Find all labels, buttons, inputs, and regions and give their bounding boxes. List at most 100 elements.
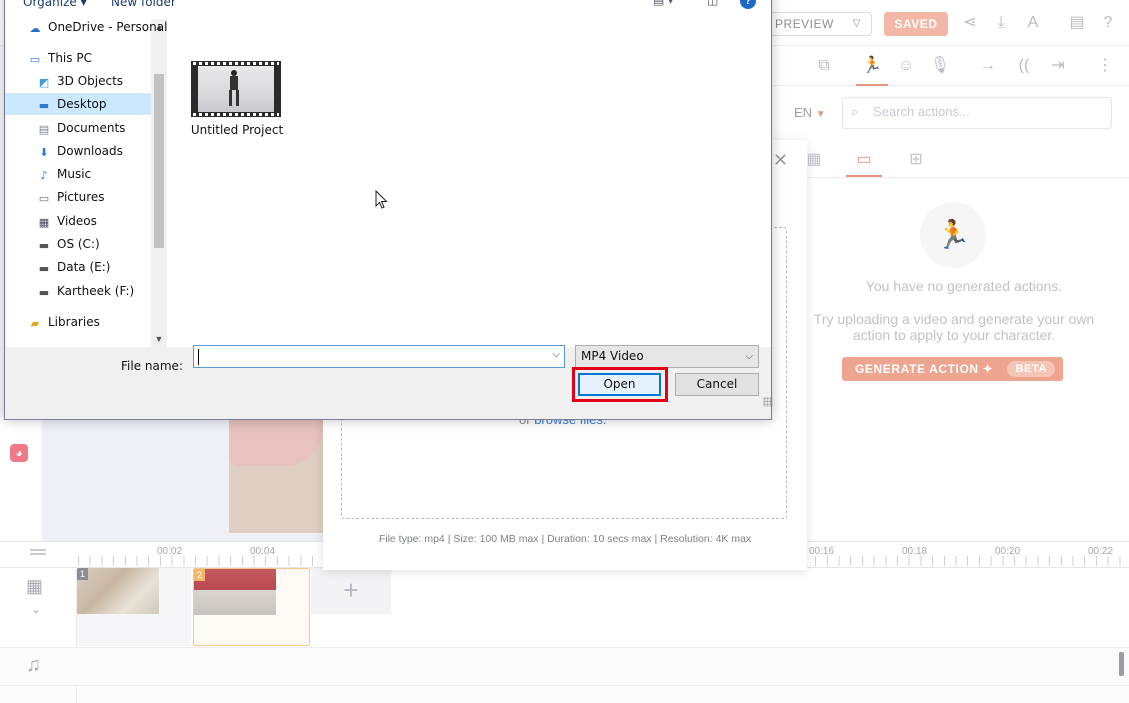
nav-item-music[interactable]: ♪ Music xyxy=(5,163,151,185)
brand-badge-icon[interactable]: ◕ xyxy=(10,444,28,462)
timeline-scrollbar[interactable] xyxy=(1119,652,1124,676)
file-name-caption: File name: xyxy=(121,359,183,373)
film-strip-icon: ▦ xyxy=(26,576,44,596)
mouse-cursor-icon xyxy=(375,190,388,209)
language-select[interactable]: EN ▼ xyxy=(794,105,826,120)
translate-icon[interactable]: A xyxy=(1022,12,1044,34)
exit-icon[interactable]: ⇥ xyxy=(1046,54,1070,78)
folder-icon[interactable]: ▭ xyxy=(852,148,876,172)
empty-state-description: Try uploading a video and generate your … xyxy=(813,311,1095,343)
grid-icon[interactable]: ⊞ xyxy=(904,148,928,172)
expression-icon[interactable]: ☺ xyxy=(894,54,918,78)
pictures-icon: ▭ xyxy=(38,192,50,205)
saved-button[interactable]: SAVED xyxy=(884,12,948,36)
nav-item-desktop[interactable]: ▬ Desktop xyxy=(5,93,151,115)
nav-item-label: Documents xyxy=(57,121,126,135)
preview-button[interactable]: PREVIEW ▽ xyxy=(770,12,872,36)
more-icon[interactable]: ⋮ xyxy=(1093,54,1117,78)
swap-icon[interactable]: ⧉ xyxy=(812,54,836,78)
desktop-icon: ▬ xyxy=(38,99,50,112)
nav-item-3d-objects[interactable]: ◩ 3D Objects xyxy=(5,70,151,92)
chevron-down-icon[interactable]: ⌵ xyxy=(552,349,560,360)
folder-icon: ▰ xyxy=(30,317,40,330)
file-item-untitled-project[interactable]: Untitled Project xyxy=(189,61,285,141)
preview-pane-icon[interactable]: ◫ xyxy=(707,0,718,7)
collapse-handle-icon[interactable] xyxy=(30,549,46,555)
nav-item-downloads[interactable]: ⬇ Downloads xyxy=(5,140,151,162)
chevron-down-icon[interactable]: ⌄ xyxy=(31,602,41,616)
music-note-icon[interactable]: ♫ xyxy=(26,654,41,677)
clip-number: 2 xyxy=(194,569,205,581)
nav-item-label: Kartheek (F:) xyxy=(57,284,135,298)
drive-icon: ▬ xyxy=(38,262,50,275)
sound-wave-icon[interactable]: (( xyxy=(1012,54,1036,78)
new-folder-button[interactable]: New folder xyxy=(111,0,176,9)
computer-icon: ▭ xyxy=(29,53,41,66)
file-name-input[interactable] xyxy=(198,349,538,365)
scroll-thumb[interactable] xyxy=(154,74,164,248)
nav-item-pictures[interactable]: ▭ Pictures xyxy=(5,186,151,208)
resize-grip[interactable] xyxy=(763,397,773,407)
empty-state-title: You have no generated actions. xyxy=(865,278,1063,294)
nav-item-label: 3D Objects xyxy=(57,74,124,88)
video-icon: ▦ xyxy=(38,216,50,229)
file-type-select[interactable]: MP4 Video ⌵ xyxy=(575,345,759,368)
nav-item-documents[interactable]: ▤ Documents xyxy=(5,117,151,139)
nav-item-label: Pictures xyxy=(57,190,105,204)
scene-shape xyxy=(229,418,324,466)
nav-item-kartheek-f[interactable]: ▬ Kartheek (F:) xyxy=(5,280,151,302)
close-icon[interactable]: ✕ xyxy=(773,150,788,171)
nav-item-label: This PC xyxy=(48,51,92,65)
enter-icon[interactable]: → xyxy=(976,54,1000,78)
nav-item-label: OS (C:) xyxy=(57,237,100,251)
cancel-button[interactable]: Cancel xyxy=(675,373,759,396)
open-button[interactable]: Open xyxy=(578,373,661,396)
download-icon[interactable]: ⤓ xyxy=(990,12,1012,34)
nav-item-label: Music xyxy=(57,167,92,181)
clip-number: 1 xyxy=(77,568,88,580)
search-actions-input[interactable] xyxy=(873,104,1103,119)
beta-badge: BETA xyxy=(1007,361,1055,377)
chevron-down-icon: ▽ xyxy=(852,18,861,29)
scroll-down-icon[interactable]: ▼ xyxy=(151,331,167,347)
nav-item-this-pc[interactable]: ▭ This PC xyxy=(5,47,151,69)
action-running-icon[interactable]: 🏃 xyxy=(860,54,884,78)
nav-item-videos[interactable]: ▦ Videos xyxy=(5,210,151,232)
share-icon[interactable]: ⋖ xyxy=(959,12,981,34)
scene-clip[interactable]: 1 xyxy=(77,568,191,646)
help-icon[interactable]: ? xyxy=(1097,12,1119,34)
view-options-icon[interactable]: ▤ ▾ xyxy=(653,0,674,7)
navigation-scrollbar[interactable]: ▲ ▼ xyxy=(151,19,167,347)
nav-item-onedrive-personal[interactable]: ☁ OneDrive - Personal xyxy=(5,16,168,38)
nav-item-os-c[interactable]: ▬ OS (C:) xyxy=(5,233,151,255)
add-scene-button[interactable]: + xyxy=(311,568,391,614)
cloud-icon: ☁ xyxy=(29,22,41,35)
running-figure-icon: 🏃 xyxy=(920,202,986,268)
drive-icon: ▬ xyxy=(38,286,50,299)
search-icon: ⌕ xyxy=(851,104,859,119)
notes-icon[interactable]: ▤ xyxy=(1066,12,1088,34)
generate-action-button[interactable]: GENERATE ACTION ✦ BETA xyxy=(842,357,1063,381)
nav-item-libraries[interactable]: ▰ Libraries xyxy=(5,311,151,333)
help-icon[interactable]: ? xyxy=(740,0,756,9)
search-actions-box[interactable]: ⌕ xyxy=(842,97,1112,129)
divider xyxy=(770,177,1129,178)
preview-label: PREVIEW xyxy=(775,17,834,31)
nav-item-label: Videos xyxy=(57,214,97,228)
music-note-icon: ♪ xyxy=(40,169,48,182)
scene-preview xyxy=(229,418,324,533)
document-icon: ▤ xyxy=(38,123,50,136)
file-requirements: File type: mp4 | Size: 100 MB max | Dura… xyxy=(378,533,752,545)
video-file-icon xyxy=(191,61,281,117)
properties-toolbar: ⧉ 🏃 ☺ 🎙 → (( ⇥ ⋮ xyxy=(770,46,1129,86)
scene-clip-selected[interactable]: 2 xyxy=(193,568,310,646)
nav-item-label: Data (E:) xyxy=(57,260,111,274)
file-name-label: Untitled Project xyxy=(190,123,284,137)
download-arrow-icon: ⬇ xyxy=(39,146,49,159)
clip-thumbnail xyxy=(77,568,159,614)
drive-icon: ▬ xyxy=(38,239,50,252)
nav-item-data-e[interactable]: ▬ Data (E:) xyxy=(5,256,151,278)
microphone-icon[interactable]: 🎙 xyxy=(928,54,952,78)
file-name-combobox[interactable]: ⌵ xyxy=(193,345,565,368)
organize-button[interactable]: Organize ▾ xyxy=(23,0,87,9)
